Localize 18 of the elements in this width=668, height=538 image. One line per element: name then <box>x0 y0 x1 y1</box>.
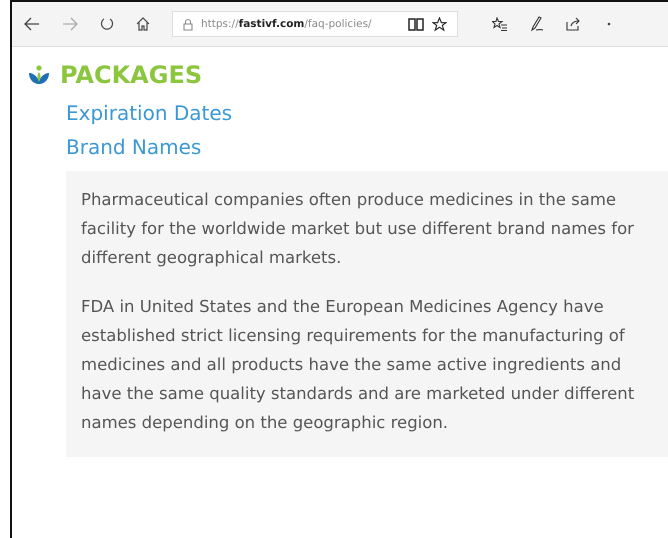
home-icon[interactable] <box>136 17 150 31</box>
share-icon[interactable] <box>566 17 581 31</box>
more-icon[interactable] <box>607 22 611 26</box>
address-bar[interactable]: https://fastivf.com/faq-policies/ <box>172 11 458 37</box>
section-heading: PACKAGES <box>60 61 202 89</box>
logo-icon <box>28 65 50 85</box>
answer-paragraph: Pharmaceutical companies often produce medicines in the same facility for the worldwide market but use different brand names for different geographical markets. <box>81 189 635 269</box>
url-text: https://fastivf.com/faq-policies/ <box>201 18 372 30</box>
faq-link[interactable]: Expiration Dates <box>66 101 232 125</box>
book-icon[interactable] <box>408 17 424 31</box>
answer-paragraph: FDA in United States and the European Medicines Agency have established strict licensing requirements for the manufacturing of medicines and all products have the same active ingredients and have the same quality standards and are marketed under different names depending on the geographic region. <box>81 296 636 434</box>
faq-link[interactable]: Brand Names <box>66 135 202 159</box>
favorites-icon[interactable] <box>492 17 508 31</box>
star-icon[interactable] <box>432 16 447 32</box>
refresh-icon[interactable] <box>100 17 114 31</box>
pen-icon[interactable] <box>530 16 544 32</box>
lock-icon <box>183 18 193 30</box>
back-icon[interactable] <box>24 17 40 31</box>
